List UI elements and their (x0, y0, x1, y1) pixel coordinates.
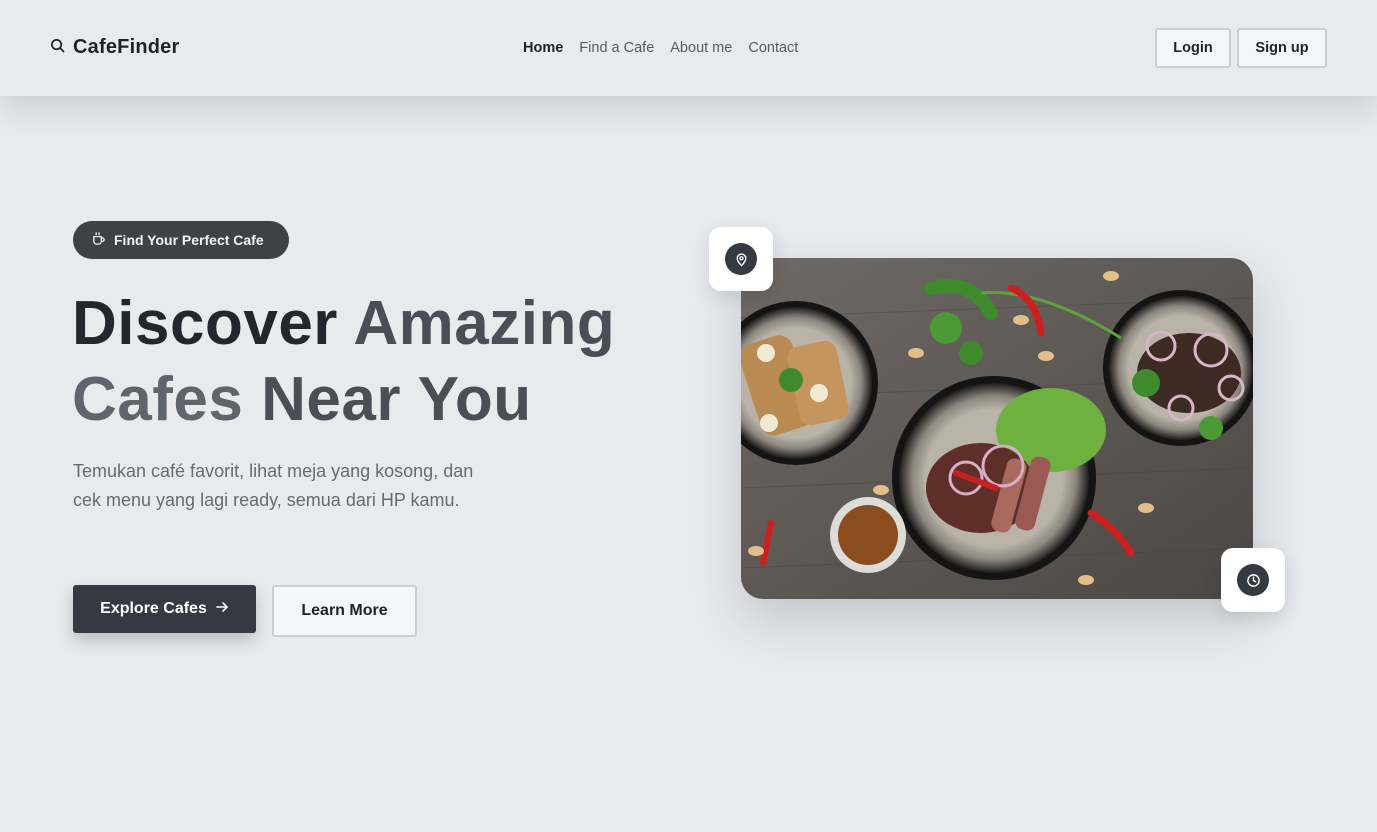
hero-subtitle: Temukan café favorit, lihat meja yang ko… (73, 461, 474, 510)
headline-word-2: Amazing (353, 289, 616, 358)
hours-card (1221, 548, 1285, 612)
nav-link-about[interactable]: About me (670, 40, 732, 56)
map-pin-icon (725, 243, 757, 275)
headline-word-3: Cafes (72, 365, 244, 434)
clock-icon (1237, 564, 1269, 596)
learn-more-button[interactable]: Learn More (272, 585, 417, 637)
auth-buttons: Login Sign up (1155, 28, 1327, 68)
navbar: CafeFinder Home Find a Cafe About me Con… (0, 0, 1377, 96)
main-nav: Home Find a Cafe About me Contact (523, 40, 798, 56)
headline-word-1: Discover (72, 289, 338, 358)
hero-badge-label: Find Your Perfect Cafe (114, 232, 264, 248)
brand-name: CafeFinder (73, 36, 180, 58)
headline-word-4: Near You (261, 365, 532, 434)
signup-button[interactable]: Sign up (1237, 28, 1327, 68)
explore-cafes-label: Explore Cafes (100, 600, 207, 617)
nav-link-find-cafe[interactable]: Find a Cafe (579, 40, 654, 56)
explore-cafes-button[interactable]: Explore Cafes (73, 585, 256, 633)
hero-badge: Find Your Perfect Cafe (73, 221, 289, 259)
coffee-cup-icon (91, 231, 106, 249)
brand-logo[interactable]: CafeFinder (50, 36, 179, 59)
nav-link-home[interactable]: Home (523, 40, 563, 56)
arrow-right-icon (215, 600, 229, 619)
search-icon (50, 38, 65, 58)
hero-headline: Discover Amazing Cafes Near You (72, 286, 692, 438)
location-card (709, 227, 773, 291)
nav-link-contact[interactable]: Contact (748, 40, 798, 56)
food-photo (741, 258, 1253, 599)
login-button[interactable]: Login (1155, 28, 1231, 68)
